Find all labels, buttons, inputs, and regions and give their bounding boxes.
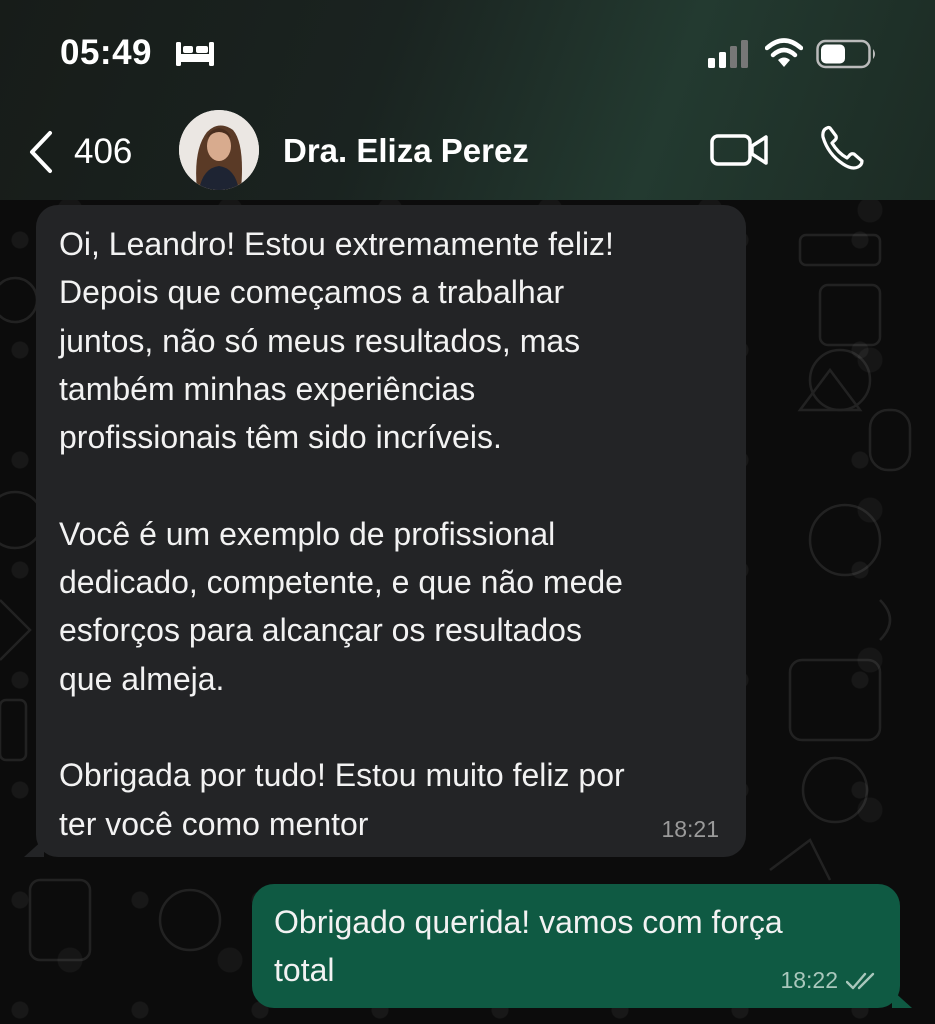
avatar[interactable] xyxy=(179,110,259,190)
phone-icon[interactable] xyxy=(818,124,866,172)
message-meta: 18:22 xyxy=(780,967,880,994)
chat-header: 05:49 406 Dra. Eliza Perez xyxy=(0,0,935,200)
message-time: 18:21 xyxy=(661,816,719,842)
incoming-message-bubble[interactable]: Oi, Leandro! Estou extremamente feliz! D… xyxy=(24,205,746,857)
wifi-icon xyxy=(765,38,803,67)
contact-name[interactable]: Dra. Eliza Perez xyxy=(283,132,529,170)
back-button[interactable]: 406 xyxy=(28,128,132,176)
bed-icon xyxy=(176,42,214,66)
status-time: 05:49 xyxy=(60,33,153,72)
read-ticks-icon xyxy=(846,972,875,989)
message-text: Oi, Leandro! Estou extremamente feliz! D… xyxy=(59,226,625,842)
avatar-image xyxy=(179,110,259,190)
battery-icon xyxy=(816,39,875,69)
status-bar: 05:49 xyxy=(0,0,935,100)
video-camera-icon[interactable] xyxy=(710,128,768,172)
back-chevron-icon xyxy=(30,131,52,173)
outgoing-message-bubble[interactable]: Obrigado querida! vamos com força total … xyxy=(252,884,912,1008)
unread-count: 406 xyxy=(74,132,133,171)
signal-icon xyxy=(708,40,748,68)
message-time: 18:22 xyxy=(780,967,838,993)
nav-bar: 406 Dra. Eliza Perez xyxy=(0,100,935,200)
